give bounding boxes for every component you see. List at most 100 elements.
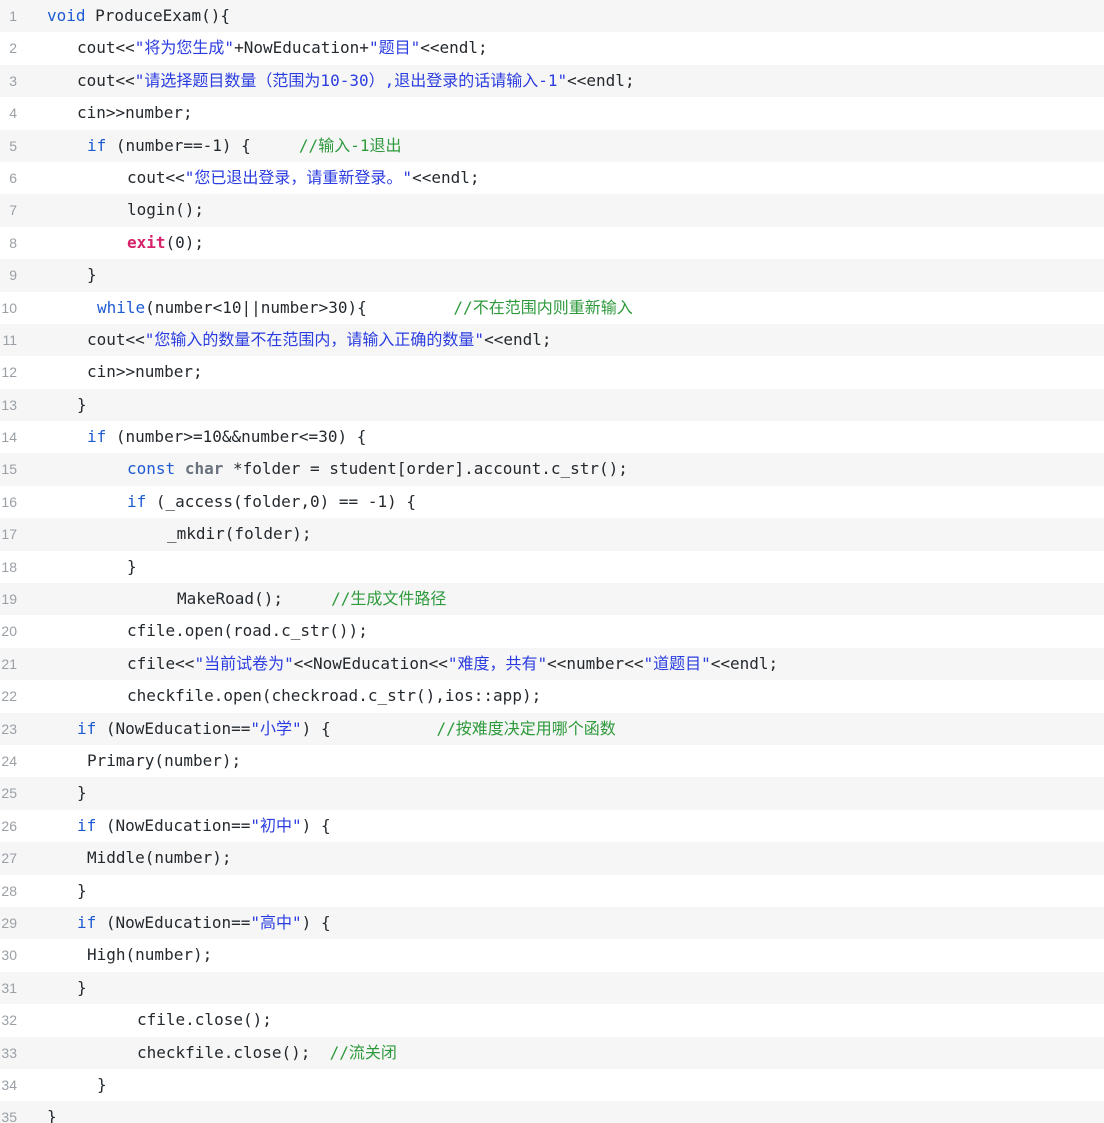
comment-token: //生成文件路径	[331, 589, 447, 609]
keyword-token: if	[87, 427, 107, 447]
line-number: 18	[1, 558, 17, 575]
code-token: }	[77, 977, 87, 997]
code-token: cin>>number;	[87, 362, 203, 382]
code-token: cfile<<	[127, 653, 195, 673]
string-token: "将为您生成"	[134, 38, 235, 58]
line-code: cout<<"请选择题目数量（范围为10-30）,退出登录的话请输入-1"<<e…	[47, 65, 1104, 97]
code-token: (NowEducation==	[96, 718, 251, 738]
line-code: if (number>=10&&number<=30) {	[47, 421, 1104, 453]
code-token: (number>=10&&number<=30) {	[106, 427, 367, 447]
code-token: +NowEducation+	[234, 38, 369, 58]
code-line: 2 cout<<"将为您生成"+NowEducation+"题目"<<endl;	[0, 32, 1104, 65]
keyword-token: char	[184, 459, 224, 479]
line-number: 19	[1, 591, 17, 608]
code-line: 34}	[0, 1068, 1104, 1102]
code-token: (number==-1) {	[106, 135, 299, 155]
code-line: 13}	[0, 388, 1104, 422]
code-token: }	[87, 265, 97, 285]
line-code: cfile.open(road.c_str());	[47, 615, 1104, 647]
line-number: 4	[9, 105, 17, 122]
code-line: 29 if (NowEducation=="高中") {	[0, 906, 1104, 940]
string-token: "请选择题目数量（范围为10-30）,退出登录的话请输入-1"	[134, 70, 568, 90]
line-number: 3	[9, 72, 17, 89]
code-token: <<number<<	[547, 653, 644, 673]
line-number: 23	[1, 720, 17, 737]
keyword-token: void	[47, 6, 86, 25]
code-token: (NowEducation==	[96, 912, 251, 932]
line-number: 33	[1, 1044, 17, 1061]
line-code: High(number);	[47, 939, 1104, 971]
code-token: <<endl;	[567, 70, 635, 90]
code-token: <<endl;	[710, 653, 779, 673]
code-line: 12 cin>>number;	[0, 356, 1104, 389]
line-number: 29	[1, 914, 17, 931]
line-code: }	[47, 1101, 1104, 1123]
comment-token: //输入-1退出	[298, 135, 402, 155]
line-number: 1	[9, 8, 17, 24]
code-token: <<endl;	[484, 329, 552, 349]
line-code: }	[47, 389, 1104, 421]
code-token: cfile.open(road.c_str());	[127, 621, 368, 641]
line-code: checkfile.open(checkroad.c_str(),ios::ap…	[47, 680, 1104, 712]
line-number: 35	[1, 1109, 17, 1123]
code-token: }	[97, 1074, 107, 1094]
code-line: 28}	[0, 874, 1104, 907]
code-token: }	[47, 1107, 57, 1123]
line-number: 22	[1, 688, 17, 705]
code-line: 30 High(number);	[0, 939, 1104, 972]
code-token: Primary(number);	[87, 750, 242, 770]
code-line: 18}	[0, 550, 1104, 584]
code-line: 24 Primary(number);	[0, 744, 1104, 778]
line-number: 5	[9, 137, 17, 154]
code-line: 15 const char *folder = student[order].ac…	[0, 453, 1104, 486]
line-code: }	[47, 551, 1104, 583]
code-token: cout<<	[77, 70, 135, 90]
line-number: 7	[9, 202, 17, 219]
string-token: "难度，共有"	[447, 653, 548, 673]
keyword-token: if	[87, 135, 107, 155]
comment-token: //流关闭	[329, 1042, 397, 1062]
code-token: ) {	[301, 718, 437, 738]
line-code: }	[47, 1069, 1104, 1101]
code-token: }	[77, 394, 87, 414]
comment-token: //不在范围内则重新输入	[453, 297, 633, 317]
line-number: 15	[1, 461, 17, 478]
code-editor: 1 void ProduceExam(){2 cout<<"将为您生成"+NowEd…	[0, 0, 1104, 1123]
line-number: 12	[1, 364, 17, 381]
string-token: "您已退出登录，请重新登录。"	[184, 167, 413, 187]
code-token: High(number);	[87, 945, 213, 965]
code-line: 10 while(number<10||number>30){ //不在范围内则重…	[0, 291, 1104, 324]
code-line: 20 cfile.open(road.c_str());	[0, 615, 1104, 648]
line-number: 16	[1, 493, 17, 510]
code-token: }	[127, 556, 137, 576]
code-line: 7 login();	[0, 194, 1104, 227]
line-number: 2	[9, 40, 17, 57]
code-token: cin>>number;	[77, 103, 193, 123]
line-code: void ProduceExam(){	[47, 0, 1104, 32]
line-code: if (NowEducation=="初中") {	[47, 810, 1104, 842]
line-code: Primary(number);	[47, 745, 1104, 777]
line-number: 9	[9, 267, 17, 284]
line-code: if (NowEducation=="小学") { //按难度决定用哪个函数	[47, 713, 1104, 745]
line-number: 17	[1, 526, 17, 543]
code-token: ) {	[301, 815, 331, 835]
keyword-token: const	[127, 459, 176, 479]
code-token: checkfile.open(checkroad.c_str(),ios::ap…	[127, 686, 542, 706]
code-line: 32 cfile.close();	[0, 1004, 1104, 1037]
code-line: 25}	[0, 777, 1104, 810]
string-token: "题目"	[368, 38, 421, 58]
code-token: (_access(folder,0) == -1) {	[146, 491, 416, 511]
line-code: }	[47, 777, 1104, 809]
line-code: const char *folder = student[order].acco…	[47, 453, 1104, 485]
line-code: cfile<<"当前试卷为"<<NowEducation<<"难度，共有"<<n…	[47, 648, 1104, 680]
line-number: 28	[1, 882, 17, 899]
line-code: checkfile.close(); //流关闭	[47, 1037, 1104, 1069]
code-line: 11 cout<<"您输入的数量不在范围内，请输入正确的数量"<<endl;	[0, 323, 1104, 357]
line-number: 21	[1, 655, 17, 672]
line-code: }	[47, 972, 1104, 1004]
code-token: ProduceExam(){	[85, 6, 231, 25]
code-token: cout<<	[127, 167, 185, 187]
code-line: 23 if (NowEducation=="小学") { //按难度决定用哪个函数	[0, 712, 1104, 745]
line-number: 25	[1, 785, 17, 802]
line-number: 11	[2, 331, 17, 348]
